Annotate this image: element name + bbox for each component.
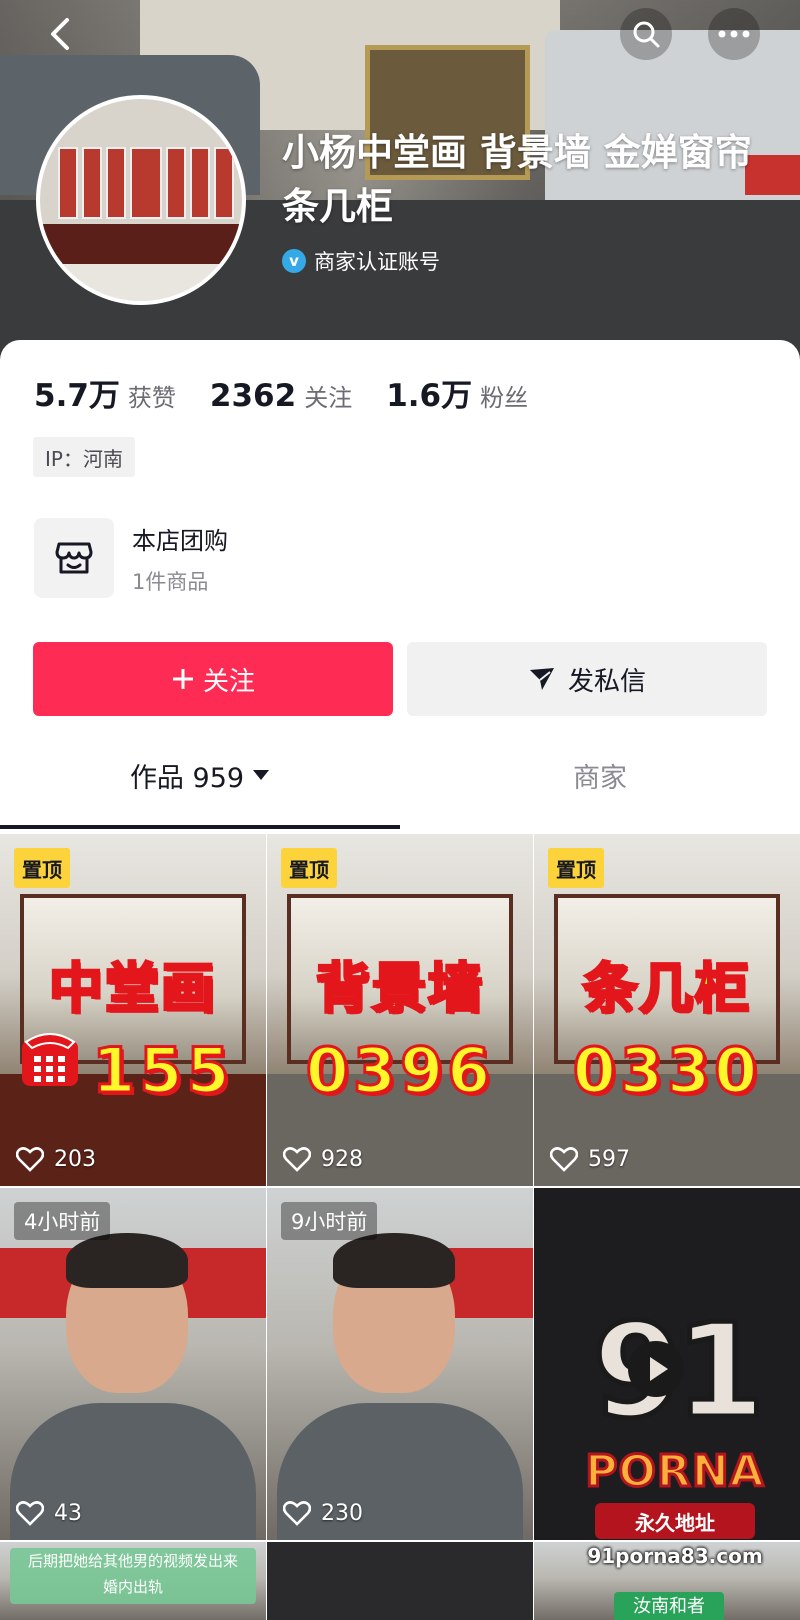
thumbnail-person-hair [333, 1233, 455, 1288]
pinned-badge: 置顶 [14, 848, 70, 888]
video-likes: 230 [283, 1500, 363, 1526]
video-tile[interactable]: 置顶 中堂画 155 203 [0, 834, 266, 1186]
likes-count: 597 [588, 1146, 630, 1172]
video-overlay-title: 背景墙 [315, 956, 484, 1022]
play-icon [628, 1341, 684, 1397]
likes-count: 43 [54, 1500, 82, 1526]
following-count: 2362 [209, 378, 297, 414]
video-tile[interactable]: 置顶 背景墙 0396 928 [267, 834, 533, 1186]
plus-icon [172, 669, 193, 689]
tab-works[interactable]: 作品 959 [0, 745, 400, 805]
following-label: 关注 [304, 384, 353, 412]
message-label: 发私信 [567, 666, 646, 697]
store-icon [34, 518, 114, 598]
follow-label: 关注 [202, 666, 255, 697]
back-button[interactable] [36, 8, 88, 60]
stat-following[interactable]: 2362 关注 [210, 378, 352, 414]
avatar-panel [190, 147, 210, 219]
avatar-panel [166, 147, 186, 219]
avatar-panel [82, 147, 102, 219]
tab-active-indicator [0, 825, 400, 829]
video-likes: 43 [16, 1500, 82, 1526]
video-tile[interactable]: 4小时前 43 [0, 1188, 266, 1540]
stat-followers[interactable]: 1.6万 粉丝 [386, 370, 528, 415]
video-overlay-number: 155 [91, 1033, 234, 1109]
followers-label: 粉丝 [480, 384, 529, 412]
group-buy-entry[interactable]: 本店团购 1件商品 [34, 518, 228, 598]
likes-label: 获赞 [127, 384, 176, 412]
avatar-panel [130, 147, 162, 219]
avatar[interactable] [36, 95, 246, 305]
heart-icon [550, 1147, 578, 1172]
video-tile[interactable]: 后期把她给其他男的视频发出来 婚内出轨 [0, 1542, 266, 1620]
watermark-subtitle: 永久地址 [595, 1503, 755, 1539]
video-overlay-number: 0396 [304, 1033, 495, 1109]
video-caption: 后期把她给其他男的视频发出来 婚内出轨 [10, 1548, 256, 1604]
profile-tabs: 作品 959 商家 [0, 745, 800, 805]
verified-icon: v [282, 249, 306, 273]
avatar-panel [214, 147, 234, 219]
cover-shop-sign [745, 155, 800, 195]
heart-icon [16, 1147, 44, 1172]
ip-location-tag: IP：河南 [33, 437, 135, 477]
more-button[interactable] [708, 8, 760, 60]
follow-button[interactable]: 关注 [33, 642, 393, 716]
pinned-badge: 置顶 [548, 848, 604, 888]
avatar-floor [40, 264, 242, 301]
stats-row: 5.7万 获赞 2362 关注 1.6万 粉丝 [34, 370, 562, 415]
thumbnail-person-hair [66, 1233, 188, 1288]
heart-icon [283, 1501, 311, 1526]
group-buy-title: 本店团购 [132, 526, 228, 555]
video-overlay-number: 0330 [571, 1033, 762, 1109]
send-icon [529, 668, 554, 690]
video-overlay-title: 中堂画 [48, 956, 217, 1022]
likes-count: 230 [321, 1500, 363, 1526]
more-icon [718, 30, 750, 38]
shop-name: 小杨中堂画 背景墙 金婵窗帘 条几柜 [282, 131, 752, 228]
group-buy-text: 本店团购 1件商品 [132, 521, 228, 596]
caption-line-2: 婚内出轨 [102, 1578, 163, 1596]
tab-merchant[interactable]: 商家 [400, 745, 800, 805]
group-buy-subtitle: 1件商品 [132, 569, 209, 594]
verified-label: 商家认证账号 [314, 250, 440, 274]
pinned-badge: 置顶 [281, 848, 337, 888]
tab-works-label: 作品 959 [129, 762, 245, 794]
video-thumbnail [267, 1542, 533, 1620]
video-caption: 汝南和者 [614, 1592, 724, 1620]
video-tile[interactable]: 9小时前 230 [267, 1188, 533, 1540]
watermark-word: PORNA [584, 1445, 765, 1499]
avatar-panel [58, 147, 78, 219]
likes-count: 5.7万 [34, 378, 120, 414]
message-button[interactable]: 发私信 [407, 642, 767, 716]
search-icon [633, 21, 660, 48]
heart-icon [283, 1147, 311, 1172]
video-overlay-title: 条几柜 [582, 956, 751, 1022]
verified-badge: v 商家认证账号 [282, 246, 440, 276]
caret-down-icon [253, 770, 270, 780]
posted-time-badge: 9小时前 [281, 1202, 378, 1240]
stat-likes[interactable]: 5.7万 获赞 [34, 370, 176, 415]
back-arrow-icon [51, 18, 69, 50]
caption-line-1: 后期把她给其他男的视频发出来 [27, 1552, 238, 1570]
watermark-url: 91porna83.com [587, 1544, 763, 1568]
search-button[interactable] [620, 8, 672, 60]
video-likes: 928 [283, 1146, 363, 1172]
avatar-panel [106, 147, 126, 219]
followers-count: 1.6万 [386, 378, 473, 414]
avatar-cabinet [40, 224, 242, 264]
heart-icon [16, 1501, 44, 1526]
video-tile[interactable]: 置顶 条几柜 0330 597 [534, 834, 800, 1186]
posted-time-badge: 4小时前 [14, 1202, 111, 1240]
watermark-logo: 91 PORNA 永久地址 91porna83.com [555, 1294, 795, 1596]
video-likes: 597 [550, 1146, 630, 1172]
likes-count: 203 [54, 1146, 96, 1172]
video-likes: 203 [16, 1146, 96, 1172]
likes-count: 928 [321, 1146, 363, 1172]
video-tile[interactable] [267, 1542, 533, 1620]
